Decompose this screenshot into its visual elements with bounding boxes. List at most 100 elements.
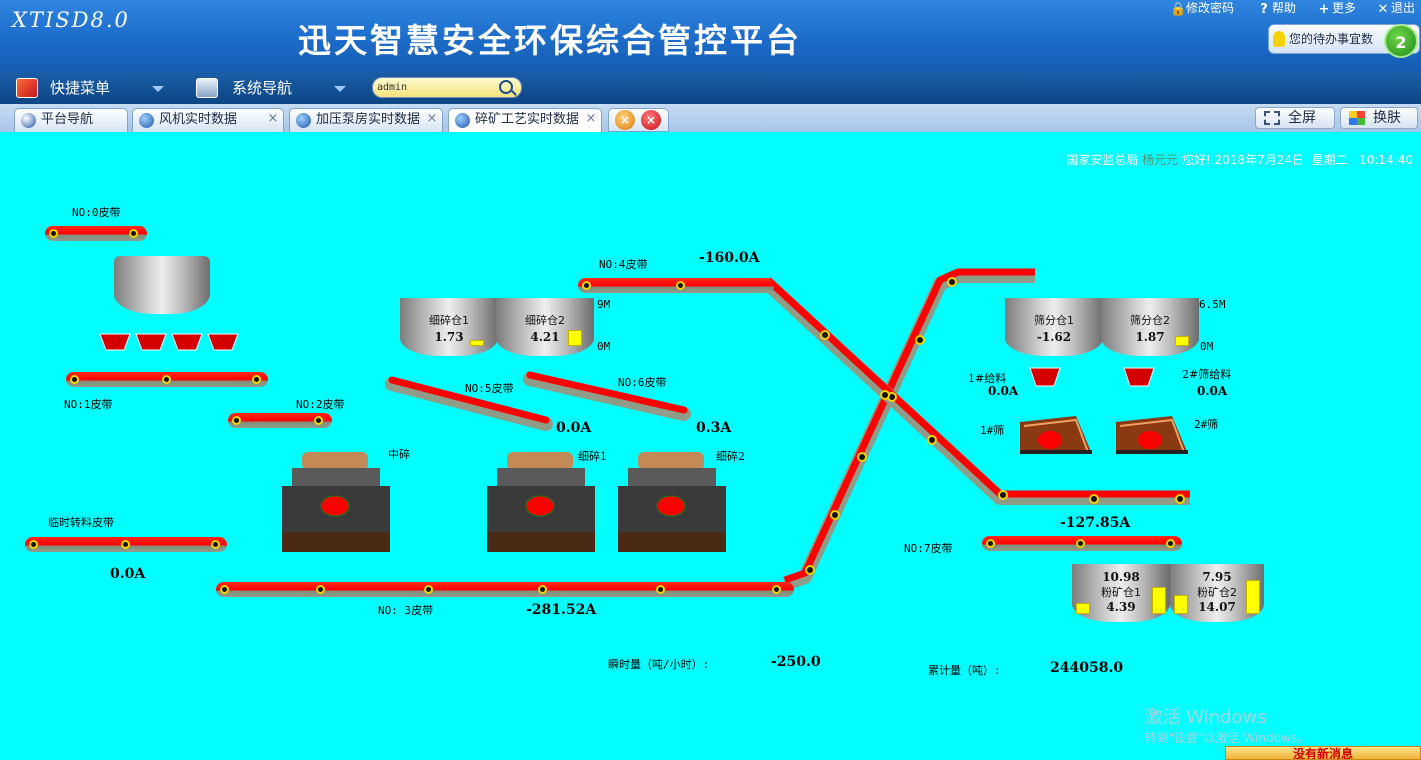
close-others-icon[interactable]: ×: [615, 110, 635, 130]
powder-silo-2: 7.95 粉矿仓2 14.07: [1170, 564, 1264, 622]
belt-roller-icon: [998, 490, 1008, 500]
system-nav-button[interactable]: 系统导航: [196, 72, 350, 104]
belt-temp-label: 临时转料皮带: [48, 516, 114, 529]
skin-button[interactable]: 换肤: [1340, 107, 1418, 129]
belt-roller-icon: [927, 435, 937, 445]
belt-temp: [25, 537, 227, 552]
vibrating-screen-1: [1020, 416, 1092, 456]
belt-roller-icon: [1175, 494, 1185, 504]
feeder-hopper-icon: [99, 333, 131, 351]
raw-ore-silo: [114, 256, 210, 314]
help-link[interactable]: ? 帮助: [1256, 0, 1296, 17]
screen-1-label: 1#筛: [980, 424, 1005, 437]
fine-silo-2-level: [568, 330, 582, 346]
message-notification[interactable]: 没有新消息: [1225, 746, 1421, 760]
tab-close-icon[interactable]: ×: [585, 112, 597, 125]
feeder-hopper-icon: [171, 333, 203, 351]
powder-silo-1-level-left: [1076, 603, 1090, 614]
instant-rate-label: 瞬时量（吨/小时）:: [608, 658, 710, 671]
fullscreen-icon: [1264, 111, 1280, 125]
screen-silo-min: 0M: [1200, 340, 1214, 353]
quick-menu-button[interactable]: 快捷菜单: [16, 72, 166, 104]
logout-link[interactable]: ✕ 退出: [1375, 0, 1415, 17]
belt-3-label: NO: 3皮带: [378, 604, 434, 617]
globe-icon: [296, 113, 311, 128]
powder-silo-1: 10.98 粉矿仓1 4.39: [1072, 564, 1170, 622]
belt-6-current: 0.3A: [696, 420, 732, 436]
belt-roller-icon: [880, 390, 890, 400]
chevron-down-icon: [334, 86, 346, 92]
crusher-fine-1: [483, 448, 599, 552]
belt-roller-icon: [805, 565, 815, 575]
header: XTISD8.0 迅天智慧安全环保综合管控平台 🔒修改密码 ? 帮助 + 更多 ✕ 退…: [0, 0, 1421, 72]
platform-title: 迅天智慧安全环保综合管控平台: [298, 21, 802, 60]
belt-3-current: -281.52A: [526, 602, 597, 618]
product-logo: XTISD8.0: [12, 8, 130, 32]
belt-temp-current: 0.0A: [110, 566, 146, 582]
feeder-1-icon: [1029, 367, 1061, 387]
feeder-1-current: 0.0A: [988, 384, 1019, 398]
change-password-link[interactable]: 🔒修改密码: [1170, 0, 1234, 17]
search-input[interactable]: [377, 80, 495, 95]
screen-2-label: 2#筛: [1194, 418, 1219, 431]
fullscreen-button[interactable]: 全屏: [1255, 107, 1335, 129]
powder-silo-2-level-right: [1246, 580, 1260, 614]
monitor-icon: [196, 78, 218, 98]
tab-platform-nav[interactable]: 平台导航: [14, 108, 128, 132]
chevron-down-icon: [152, 86, 164, 92]
belt-5-current: 0.0A: [556, 420, 592, 436]
screen-silo-max: 6.5M: [1199, 298, 1226, 311]
feeder-hopper-icon: [207, 333, 239, 351]
todo-label: 您的待办事宜数: [1289, 32, 1374, 46]
belt-2-label: NO:2皮带: [296, 398, 345, 411]
powder-silo-1-level-right: [1152, 587, 1166, 614]
feeder-2-label: 2#筛给料: [1182, 368, 1232, 381]
tab-crushing-data[interactable]: 碎矿工艺实时数据 ×: [448, 108, 602, 132]
conveyor-lines: [99, 268, 1190, 591]
more-link[interactable]: + 更多: [1316, 0, 1356, 17]
belt-roller-icon: [1089, 494, 1099, 504]
belt-1: [66, 372, 268, 387]
belt-7-label: NO:7皮带: [904, 542, 953, 555]
belt-3: [216, 582, 794, 597]
belt-4-current: -160.0A: [699, 250, 760, 266]
instant-rate-value: -250.0: [771, 654, 821, 670]
lock-icon: 🔒: [1170, 1, 1187, 17]
belt-5-label: NO:5皮带: [465, 382, 514, 395]
fine-silo-2: 细碎仓2 4.21: [496, 298, 594, 356]
app-window: XTISD8.0 迅天智慧安全环保综合管控平台 🔒修改密码 ? 帮助 + 更多 ✕ 退…: [0, 0, 1421, 760]
feeder-2-icon: [1123, 367, 1155, 387]
todo-count-badge[interactable]: 2: [1384, 24, 1418, 58]
search-icon[interactable]: [499, 80, 513, 94]
belt-0-label: NO:0皮带: [72, 206, 121, 219]
tab-pump-data[interactable]: 加压泵房实时数据 ×: [289, 108, 443, 132]
globe-icon: [455, 113, 470, 128]
close-icon: ✕: [1377, 1, 1389, 17]
belt-6-label: NO:6皮带: [618, 376, 667, 389]
screen-silo-1: 筛分仓1 -1.62: [1005, 298, 1103, 356]
tab-fan-data[interactable]: 风机实时数据 ×: [132, 108, 284, 132]
plus-icon: +: [1318, 1, 1330, 17]
tab-close-icon[interactable]: ×: [267, 112, 279, 125]
powder-silo-2-level-left: [1174, 594, 1188, 614]
belt-4: [578, 278, 774, 293]
tab-close-icon[interactable]: ×: [426, 112, 438, 125]
skin-palette-icon: [1349, 111, 1365, 125]
belt-1-label: NO:1皮带: [64, 398, 113, 411]
question-icon: ?: [1260, 1, 1268, 17]
compass-icon: [21, 113, 36, 128]
cumulative-label: 累计量（吨）:: [928, 664, 1001, 677]
lightbulb-icon: [1273, 31, 1285, 47]
fine-silo-min: 0M: [597, 340, 611, 353]
fine-silo-1-level: [470, 339, 484, 346]
feeder-hopper-icon: [135, 333, 167, 351]
screen-silo-2-level: [1175, 336, 1189, 346]
close-all-icon[interactable]: ×: [641, 110, 661, 130]
belt-0: [45, 226, 147, 241]
belt-2: [228, 413, 332, 428]
tab-actions: × ×: [608, 108, 669, 132]
fine-silo-max: 9M: [597, 298, 611, 311]
belt-roller-icon: [857, 452, 867, 462]
belt-4-label: NO:4皮带: [599, 258, 648, 271]
fine-silo-1: 细碎仓1 1.73: [400, 298, 498, 356]
